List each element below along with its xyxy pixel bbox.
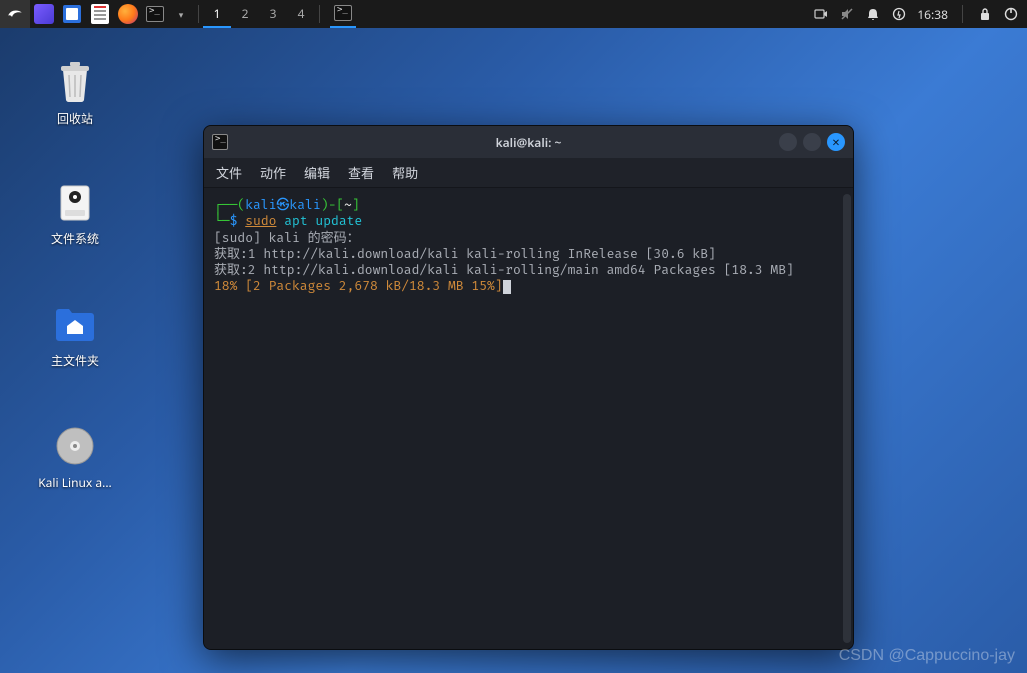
output-line: [sudo] kali 的密码：	[214, 231, 360, 246]
desktop-icon-media[interactable]: Kali Linux a...	[30, 422, 120, 491]
tray-lock-icon[interactable]	[977, 6, 993, 22]
desktop-icon-label: 主文件夹	[30, 352, 120, 369]
window-minimize-button[interactable]	[779, 133, 797, 151]
window-titlebar[interactable]: kali@kali: ~	[204, 126, 853, 158]
show-desktop-icon	[34, 4, 54, 24]
top-panel: ▾ 1 2 3 4 16:38	[0, 0, 1027, 28]
prompt-cwd: ~	[344, 198, 352, 213]
window-controls	[779, 133, 845, 151]
launcher-terminal-group: ▾	[142, 0, 194, 28]
launcher-files[interactable]	[58, 0, 86, 28]
panel-separator	[319, 5, 320, 23]
cmd-sudo: sudo	[245, 214, 276, 229]
desktop-icon-label: 文件系统	[30, 230, 120, 247]
output-line: 获取:2 http://kali.download/kali kali-roll…	[214, 263, 794, 278]
menu-help[interactable]: 帮助	[392, 163, 418, 182]
workspace-3[interactable]: 3	[259, 0, 287, 28]
prompt-user: kali	[245, 198, 276, 213]
application-menu-button[interactable]	[0, 0, 30, 28]
file-manager-icon	[63, 5, 81, 23]
workspace-2[interactable]: 2	[231, 0, 259, 28]
terminal-icon	[212, 134, 228, 150]
taskbar-terminal-window[interactable]	[330, 0, 356, 28]
launcher-show-desktop[interactable]	[30, 0, 58, 28]
output-progress: 18% [2 Packages 2,678 kB/18.3 MB 15%]	[214, 279, 503, 294]
terminal-menubar: 文件 动作 编辑 查看 帮助	[204, 158, 853, 188]
tray-audio-muted-icon[interactable]	[839, 6, 855, 22]
launcher-text-editor[interactable]	[86, 0, 114, 28]
chevron-down-icon: ▾	[175, 8, 188, 21]
menu-file[interactable]: 文件	[216, 163, 242, 182]
kali-logo-icon	[6, 5, 24, 23]
prompt-dollar: $	[230, 214, 246, 229]
terminal-body[interactable]: ┌──(kali㉿kali)-[~] └─$ sudo apt update […	[204, 188, 853, 649]
clock[interactable]: 16:38	[917, 6, 948, 23]
prompt-host: kali	[289, 198, 320, 213]
tray-notifications-icon[interactable]	[865, 6, 881, 22]
desktop[interactable]: 回收站 文件系统 主文件夹 Kali Linux a... kali@kali:…	[0, 28, 1027, 673]
launcher-terminal-dropdown[interactable]: ▾	[168, 0, 194, 28]
window-title: kali@kali: ~	[204, 134, 853, 151]
desktop-icon-trash[interactable]: 回收站	[30, 58, 120, 127]
terminal-cursor	[503, 280, 511, 294]
terminal-scrollbar[interactable]	[843, 194, 851, 643]
terminal-window: kali@kali: ~ 文件 动作 编辑 查看 帮助 ┌──(kali㉿kal…	[203, 125, 854, 650]
desktop-icon-filesystem[interactable]: 文件系统	[30, 178, 120, 247]
panel-separator	[198, 5, 199, 23]
workspace-4[interactable]: 4	[287, 0, 315, 28]
disc-icon	[51, 422, 99, 470]
window-close-button[interactable]	[827, 133, 845, 151]
tray-session-icon[interactable]	[1003, 6, 1019, 22]
prompt-decor: )-[	[321, 198, 344, 213]
menu-actions[interactable]: 动作	[260, 163, 286, 182]
desktop-icon-label: Kali Linux a...	[30, 474, 120, 491]
window-app-icon	[212, 134, 228, 150]
panel-left: ▾ 1 2 3 4	[0, 0, 356, 28]
home-folder-icon	[51, 300, 99, 348]
panel-separator	[962, 5, 963, 23]
window-maximize-button[interactable]	[803, 133, 821, 151]
launcher-terminal[interactable]	[142, 0, 168, 28]
workspace-1[interactable]: 1	[203, 0, 231, 28]
prompt-decor: ]	[352, 198, 360, 213]
watermark: CSDN @Cappuccino-jay	[839, 647, 1015, 665]
menu-edit[interactable]: 编辑	[304, 163, 330, 182]
output-line: 获取:1 http://kali.download/kali kali-roll…	[214, 247, 716, 262]
drive-icon	[51, 178, 99, 226]
prompt-decor: ┌──(	[214, 198, 245, 213]
text-editor-icon	[91, 4, 109, 24]
panel-right: 16:38	[813, 0, 1027, 28]
terminal-icon	[334, 5, 352, 21]
tray-recording-icon[interactable]	[813, 6, 829, 22]
cmd-rest: apt update	[276, 214, 362, 229]
terminal-icon	[146, 6, 164, 22]
prompt-decor: └─	[214, 214, 230, 229]
workspace-switcher: 1 2 3 4	[203, 0, 315, 28]
menu-view[interactable]: 查看	[348, 163, 374, 182]
launcher-firefox[interactable]	[114, 0, 142, 28]
desktop-icon-label: 回收站	[30, 110, 120, 127]
tray-power-icon[interactable]	[891, 6, 907, 22]
prompt-at: ㉿	[276, 198, 289, 213]
firefox-icon	[118, 4, 138, 24]
trash-icon	[51, 58, 99, 106]
desktop-icon-home[interactable]: 主文件夹	[30, 300, 120, 369]
